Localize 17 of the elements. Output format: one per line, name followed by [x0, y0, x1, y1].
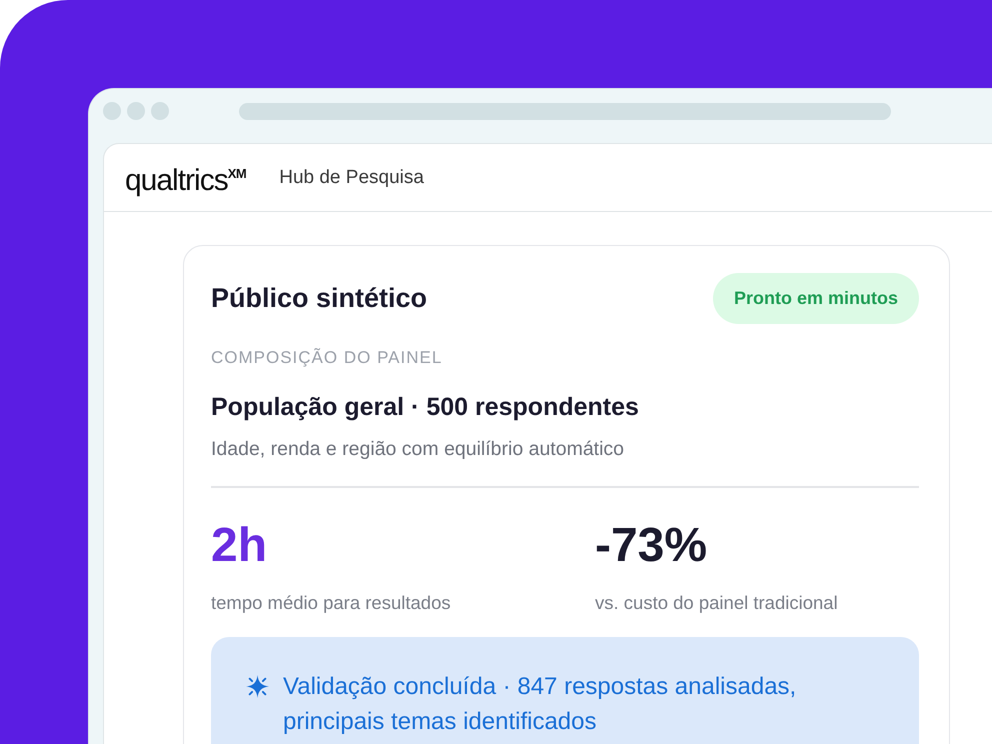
logo-text: qualtrics$^{XM}$ — [125, 163, 246, 198]
window-dot-icon — [151, 102, 169, 120]
stat-value: 2h — [211, 520, 268, 572]
window-dot-icon — [103, 102, 121, 120]
panel-description: Idade, renda e região com equilíbrio automático — [211, 437, 626, 461]
stat-label: vs. custo do painel tradicional — [595, 592, 839, 614]
stat-value: -73% — [595, 520, 708, 572]
card-title: Público sintético — [211, 283, 428, 314]
section-label: COMPOSIÇÃO DO PAINEL — [211, 348, 444, 368]
notice-text: Validação concluída · 847 respostas analisadas, principais temas identificados — [283, 672, 798, 736]
stat-label: tempo médio para resultados — [211, 592, 452, 614]
sparkle-icon — [245, 674, 270, 698]
window-dot-icon — [127, 102, 145, 120]
app-title: Hub de Pesquisa — [279, 166, 424, 188]
address-bar[interactable] — [239, 102, 891, 120]
panel-headline: População geral · 500 respondentes — [211, 392, 640, 422]
status-badge: Pronto em minutos — [712, 273, 919, 324]
